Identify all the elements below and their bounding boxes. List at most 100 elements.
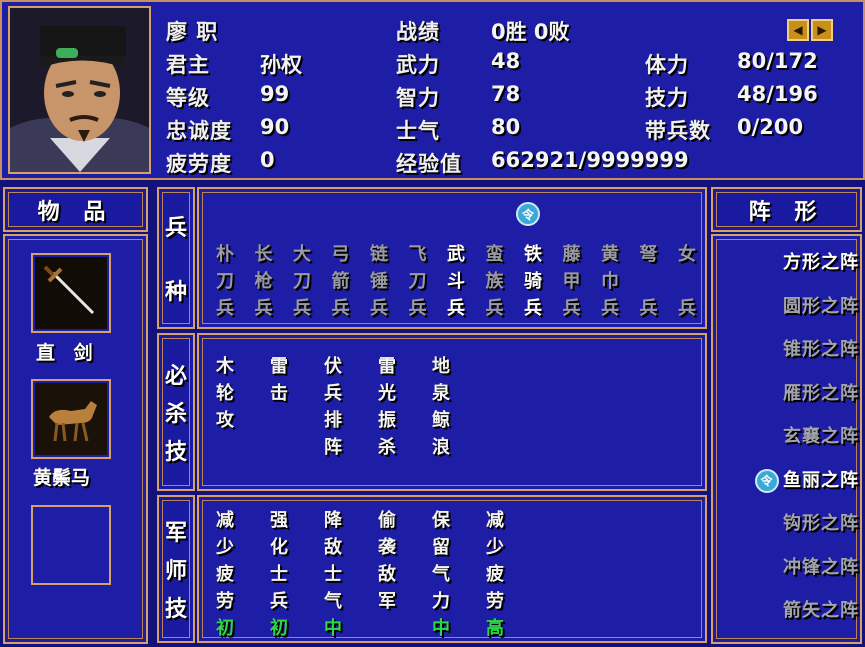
- formation-item-2[interactable]: 锥形之阵: [783, 335, 859, 361]
- strategist-skill-1[interactable]: 强化士兵初: [270, 507, 288, 642]
- strategist-skill-0[interactable]: 减少疲劳初: [216, 507, 234, 642]
- troop-type-2[interactable]: 大刀兵: [293, 241, 311, 322]
- troop-type-7[interactable]: 蛮族兵: [486, 241, 504, 322]
- formation-item-6[interactable]: 钩形之阵: [783, 509, 859, 535]
- formation-item-7[interactable]: 冲锋之阵: [783, 553, 859, 579]
- special-skill-2[interactable]: 伏兵排阵: [324, 353, 342, 461]
- troop-char: 斗: [447, 271, 465, 292]
- special-char: 泉: [432, 383, 450, 404]
- troop-type-11[interactable]: 弩兵: [640, 241, 658, 322]
- troop-type-12[interactable]: 女兵: [678, 241, 696, 322]
- item-name-sword: 直 剑: [36, 342, 99, 364]
- skill-level: 中: [324, 618, 342, 639]
- special-skill-0[interactable]: 木轮攻: [216, 353, 234, 461]
- formation-item-0[interactable]: 方形之阵: [783, 248, 859, 274]
- troop-char: 大: [293, 244, 311, 265]
- troop-char: 骑: [524, 271, 542, 292]
- formation-item-1[interactable]: 圆形之阵: [783, 292, 859, 318]
- troop-char: 兵: [408, 298, 427, 319]
- troop-type-4[interactable]: 链锤兵: [370, 241, 388, 322]
- strategist-char: 劳: [216, 591, 234, 612]
- next-general-button[interactable]: ▶: [811, 19, 833, 41]
- item-slot-empty[interactable]: [31, 505, 111, 585]
- troop-char: 链: [370, 244, 388, 265]
- level-value: 99: [260, 82, 290, 106]
- troop-char: 兵: [216, 298, 234, 319]
- troop-char: 女: [678, 244, 696, 265]
- selected-formation-badge-icon: 令: [755, 468, 779, 493]
- intel-label: 智力: [396, 86, 440, 110]
- item-name-horse: 黄鬃马: [33, 467, 91, 489]
- item-slot-horse[interactable]: [31, 379, 111, 459]
- special-skill-3[interactable]: 雷光振杀: [378, 353, 396, 461]
- troop-char: 兵: [331, 298, 350, 319]
- strategist-char: 少: [216, 537, 234, 558]
- strategist-skill-4[interactable]: 保留气力中: [432, 507, 450, 642]
- skill-level: 初: [270, 618, 288, 639]
- troop-char: 兵: [370, 298, 388, 319]
- formation-label: 钩形之阵: [783, 513, 859, 534]
- troop-type-9[interactable]: 藤甲兵: [563, 241, 581, 322]
- level-label: 等级: [166, 86, 210, 110]
- force-value: 48: [491, 49, 521, 73]
- prev-general-button[interactable]: ◀: [787, 19, 809, 41]
- exp-label: 经验值: [396, 152, 462, 176]
- skill-level: 中: [432, 618, 450, 639]
- troop-char: 长: [254, 244, 273, 265]
- strategist-char: 敌: [324, 537, 342, 558]
- record-label: 战绩: [396, 20, 440, 44]
- formation-item-3[interactable]: 雁形之阵: [783, 379, 859, 405]
- strategist-section-label: 军 师 技: [157, 495, 195, 643]
- special-char: 光: [378, 383, 396, 404]
- strategist-char: 兵: [270, 591, 288, 612]
- troop-type-8[interactable]: 铁骑兵: [524, 241, 542, 322]
- strategist-skill-3[interactable]: 偷袭敌军: [378, 507, 396, 642]
- special-char: 击: [270, 383, 288, 404]
- special-section-label: 必 杀 技: [157, 333, 195, 491]
- troop-char: 兵: [562, 298, 581, 319]
- lord-value: 孙权: [260, 53, 302, 77]
- troop-char: 兵: [678, 298, 696, 319]
- troop-type-6[interactable]: 武斗兵: [447, 241, 465, 322]
- troop-char: 黄: [601, 244, 619, 265]
- intel-value: 78: [491, 82, 521, 106]
- troops-value: 0/200: [737, 115, 804, 139]
- strategist-char: 降: [324, 510, 342, 531]
- troop-char: 蛮: [485, 244, 504, 265]
- fatigue-label: 疲劳度: [166, 152, 232, 176]
- strategist-skill-2[interactable]: 降敌士气中: [324, 507, 342, 642]
- special-skill-4[interactable]: 地泉鲸浪: [432, 353, 450, 461]
- troop-char: 锤: [370, 271, 388, 292]
- troop-type-0[interactable]: 朴刀兵: [216, 241, 234, 322]
- formation-item-5[interactable]: 令鱼丽之阵: [755, 466, 859, 493]
- troop-char: 弩: [639, 244, 658, 265]
- hp-label: 体力: [645, 53, 689, 77]
- formation-item-8[interactable]: 箭矢之阵: [783, 596, 859, 622]
- skill-level: 初: [216, 618, 234, 639]
- troop-char: 兵: [447, 298, 465, 319]
- formation-label: 圆形之阵: [783, 295, 859, 317]
- troop-type-1[interactable]: 长枪兵: [255, 241, 273, 322]
- formation-label: 方形之阵: [783, 252, 859, 273]
- special-char: 排: [324, 410, 342, 431]
- troop-type-3[interactable]: 弓箭兵: [332, 241, 350, 322]
- item-slot-sword[interactable]: [31, 253, 111, 333]
- troop-char: 刀: [216, 271, 234, 292]
- special-char: 阵: [324, 437, 342, 458]
- special-skill-1[interactable]: 雷击: [270, 353, 288, 461]
- strategist-char: 气: [432, 564, 450, 585]
- troop-type-10[interactable]: 黄巾兵: [601, 241, 619, 322]
- general-name: 廖 职: [166, 20, 219, 44]
- troop-char: 铁: [524, 244, 542, 265]
- morale-label: 士气: [396, 119, 440, 143]
- troop-char: 兵: [524, 298, 542, 319]
- troop-char: 巾: [601, 271, 619, 292]
- troop-type-5[interactable]: 飞刀兵: [409, 241, 427, 322]
- special-char: 地: [432, 356, 450, 377]
- troops-label: 带兵数: [645, 119, 711, 143]
- strategist-char: 减: [486, 510, 504, 531]
- strategist-skill-5[interactable]: 减少疲劳高: [486, 507, 504, 642]
- formation-item-4[interactable]: 玄襄之阵: [783, 422, 859, 448]
- troop-char: 兵: [601, 298, 619, 319]
- troop-char: 刀: [408, 271, 427, 292]
